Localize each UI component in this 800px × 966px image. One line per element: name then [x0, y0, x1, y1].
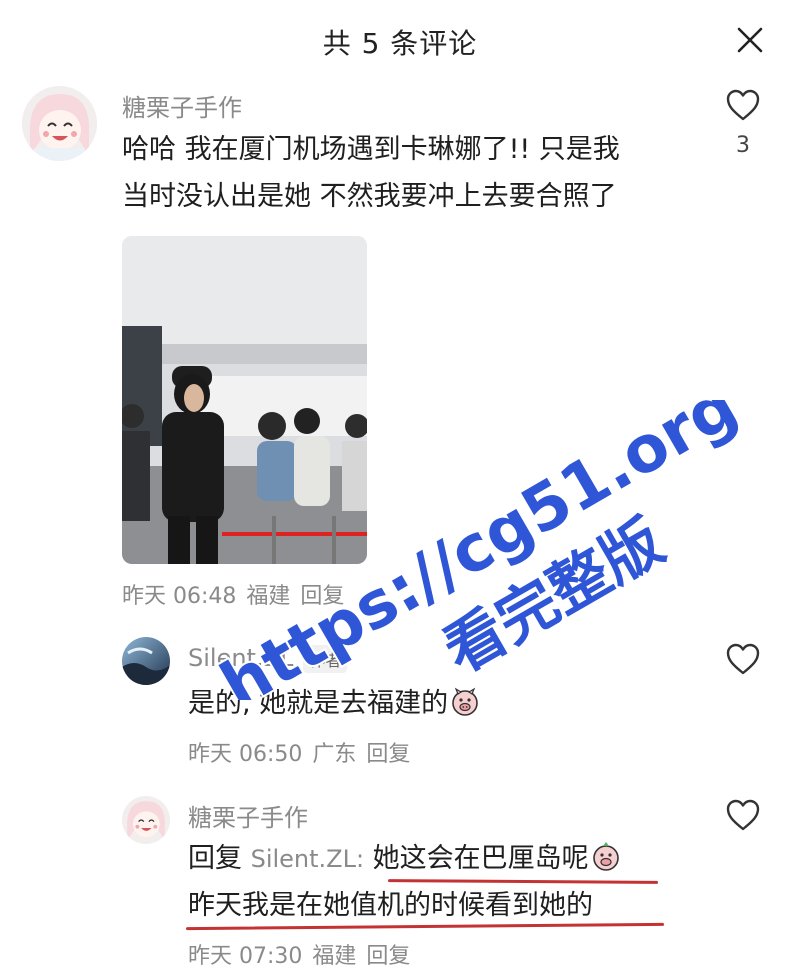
reply-to-user[interactable]: Silent.ZL: [251, 845, 364, 873]
avatar[interactable] [122, 796, 170, 844]
avatar-image [122, 796, 170, 844]
comment-text-content: 她这会在巴厘岛呢 [372, 843, 589, 874]
reply-button[interactable]: 回复 [366, 944, 410, 966]
comment-text-line: 回复 Silent.ZL: 她这会在巴厘岛呢 [188, 835, 621, 883]
comment-location: 福建 [312, 944, 357, 966]
comment-text-line: 昨天我是在她值机的时候看到她的 [188, 890, 593, 921]
reply-prefix: 回复 [188, 843, 242, 874]
heart-icon[interactable] [725, 798, 761, 832]
comment-meta: 昨天 07:30 福建 回复 [188, 938, 420, 966]
comment-reply-item: 糖栗子手作 回复 Silent.ZL: 她这会在巴厘岛呢 昨天我是在她值机的时候… [0, 0, 800, 966]
comment-username[interactable]: 糖栗子手作 [188, 798, 308, 833]
pig-emoji-icon [592, 842, 619, 871]
comment-time: 昨天 07:30 [188, 944, 303, 966]
